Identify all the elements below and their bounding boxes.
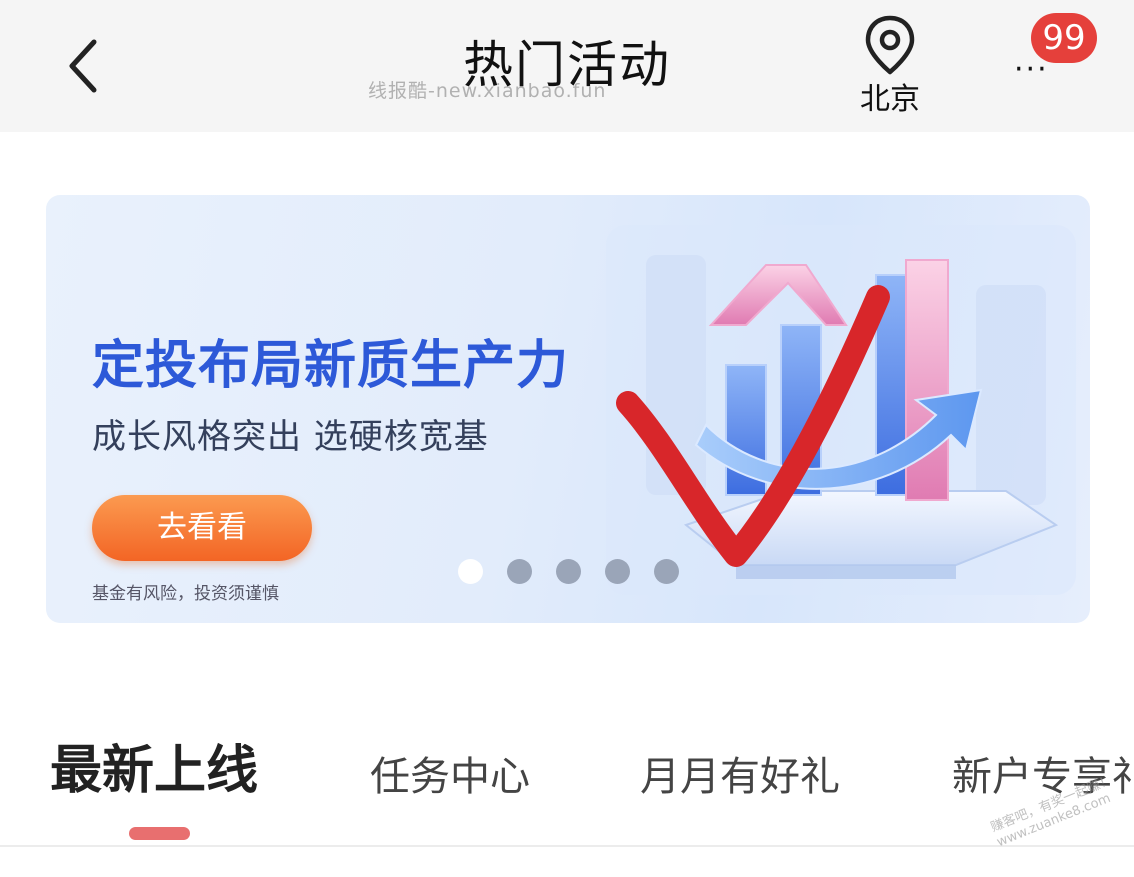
carousel-dot[interactable] [556,559,581,584]
notification-badge: 99 [1031,13,1097,63]
banner-title: 定投布局新质生产力 [92,336,570,396]
risk-disclaimer: 基金有风险，投资须谨慎 [92,584,279,604]
banner-subtitle: 成长风格突出 选硬核宽基 [92,417,489,457]
location-label: 北京 [860,82,920,117]
more-dots-icon: ··· [1014,52,1049,87]
carousel-dot[interactable] [458,559,483,584]
promo-banner[interactable]: 定投布局新质生产力 成长风格突出 选硬核宽基 去看看 基金有风险，投资须谨慎 [46,195,1090,623]
carousel-dot[interactable] [507,559,532,584]
top-bar: 热门活动 线报酷-new.xianbao.fun 北京 ··· 99 [0,0,1134,132]
tab-divider [0,845,1134,847]
tab-monthly-gifts[interactable]: 月月有好礼 [640,741,840,815]
active-tab-indicator [129,827,190,840]
location-selector[interactable]: 北京 [848,14,932,117]
category-tabs: 最新上线 任务中心 月月有好礼 新户专享礼 [0,735,1134,815]
tab-latest[interactable]: 最新上线 [50,735,258,815]
go-see-button[interactable]: 去看看 [92,495,312,561]
carousel-indicators [458,559,688,585]
map-pin-icon [865,15,915,75]
carousel-dot[interactable] [605,559,630,584]
tab-task-center[interactable]: 任务中心 [370,741,530,815]
watermark-text: 线报酷-new.xianbao.fun [368,80,607,102]
carousel-dot[interactable] [654,559,679,584]
